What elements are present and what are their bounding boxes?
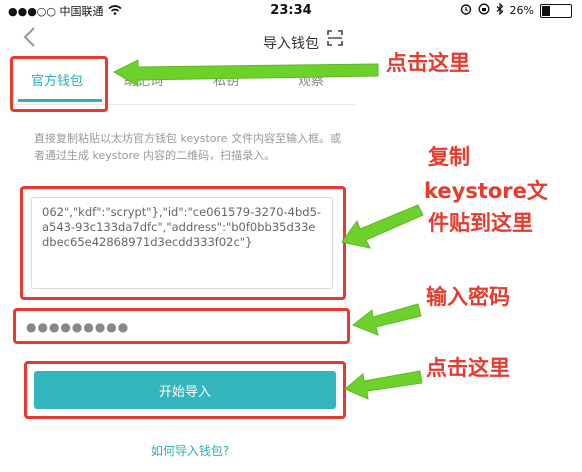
page-title: 导入钱包 bbox=[263, 36, 319, 52]
battery-icon bbox=[540, 3, 572, 18]
annotation-click-here-top: 点击这里 bbox=[386, 51, 470, 75]
battery-percent: 26% bbox=[509, 4, 534, 17]
tab-label: 私钥 bbox=[213, 74, 240, 89]
arrow-to-button bbox=[344, 370, 423, 400]
highlight-import-button bbox=[24, 361, 346, 419]
tab-label: 观察 bbox=[298, 74, 325, 89]
tab-label: 助记词 bbox=[124, 74, 164, 89]
annotation-click-here-bottom: 点击这里 bbox=[426, 356, 510, 380]
tab-mnemonic[interactable]: 助记词 bbox=[124, 70, 163, 89]
tab-private-key[interactable]: 私钥 bbox=[213, 70, 239, 89]
annotation-enter-password: 输入密码 bbox=[426, 285, 510, 309]
instruction-text: 直接复制粘贴以太坊官方钱包 keystore 文件内容至输入框。或者通过生成 k… bbox=[34, 132, 342, 162]
tab-watch[interactable]: 观察 bbox=[298, 70, 324, 89]
annotation-paste-line3: 件贴到这里 bbox=[428, 211, 533, 235]
lock-rotation-icon bbox=[478, 3, 490, 18]
help-link[interactable]: 如何导入钱包? bbox=[0, 442, 380, 459]
highlight-password bbox=[13, 308, 350, 344]
annotation-paste-line1: 复制 bbox=[428, 145, 470, 169]
status-bar: ●●●○○ 中国联通 23:34 26% bbox=[0, 0, 582, 22]
highlight-keystore bbox=[20, 186, 346, 300]
scan-button[interactable] bbox=[327, 30, 343, 46]
arrow-to-keystore bbox=[341, 204, 424, 249]
status-right: 26% bbox=[460, 2, 572, 18]
arrow-to-password bbox=[352, 303, 422, 336]
annotation-paste-line2: keystore文 bbox=[424, 179, 548, 203]
alarm-icon bbox=[460, 3, 472, 18]
scan-icon bbox=[327, 30, 343, 46]
bluetooth-icon bbox=[496, 2, 504, 18]
highlight-official-tab bbox=[10, 56, 108, 112]
